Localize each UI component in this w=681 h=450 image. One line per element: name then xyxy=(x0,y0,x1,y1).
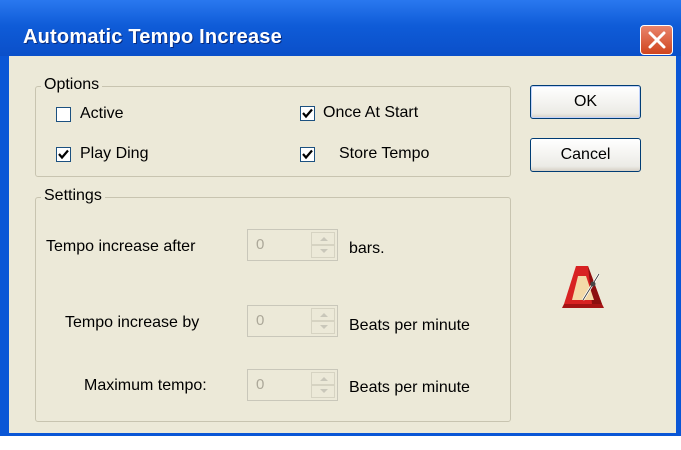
cancel-button[interactable]: Cancel xyxy=(530,138,641,172)
store-tempo-checkbox-box[interactable] xyxy=(300,146,315,162)
once-at-start-checkbox-box[interactable] xyxy=(300,105,315,121)
maximum-tempo-down-button[interactable] xyxy=(311,385,335,398)
options-group-label: Options xyxy=(41,76,103,94)
maximum-tempo-value[interactable]: 0 xyxy=(256,376,264,393)
once-at-start-checkbox-label: Once At Start xyxy=(323,104,419,121)
arrow-down-icon xyxy=(320,249,328,253)
checkmark-icon xyxy=(302,108,313,118)
maximum-tempo-label: Maximum tempo: xyxy=(84,377,207,394)
arrow-down-icon xyxy=(320,389,328,393)
tempo-increase-by-label: Tempo increase by xyxy=(65,314,200,331)
arrow-up-icon xyxy=(320,313,328,317)
tempo-increase-after-label: Tempo increase after xyxy=(46,238,196,255)
tempo-increase-by-down-button[interactable] xyxy=(311,321,335,334)
play-ding-checkbox-box[interactable] xyxy=(56,146,71,162)
dialog-body: Options Active Play Ding Once At Start S… xyxy=(9,56,676,433)
tempo-increase-by-value[interactable]: 0 xyxy=(256,312,264,329)
arrow-up-icon xyxy=(320,377,328,381)
active-checkbox[interactable]: Active xyxy=(56,104,124,124)
maximum-tempo-unit: Beats per minute xyxy=(349,379,470,396)
tempo-increase-after-spinner[interactable]: 0 xyxy=(247,229,338,261)
store-tempo-checkbox-label: Store Tempo xyxy=(339,145,430,162)
tempo-increase-by-spinner[interactable]: 0 xyxy=(247,305,338,337)
ok-button[interactable]: OK xyxy=(530,85,641,119)
checkmark-icon xyxy=(302,149,313,159)
tempo-increase-after-value[interactable]: 0 xyxy=(256,236,264,253)
play-ding-checkbox[interactable]: Play Ding xyxy=(56,144,148,164)
play-ding-checkbox-label: Play Ding xyxy=(80,145,149,162)
title-bar[interactable]: Automatic Tempo Increase xyxy=(0,0,681,56)
active-checkbox-label: Active xyxy=(80,105,124,122)
arrow-down-icon xyxy=(320,325,328,329)
tempo-increase-by-up-button[interactable] xyxy=(311,308,335,321)
metronome-icon xyxy=(562,266,604,308)
active-checkbox-box[interactable] xyxy=(56,106,71,122)
arrow-up-icon xyxy=(320,237,328,241)
settings-group-label: Settings xyxy=(41,187,105,205)
window-title: Automatic Tempo Increase xyxy=(23,26,282,48)
store-tempo-checkbox[interactable]: Store Tempo xyxy=(300,144,429,164)
tempo-increase-after-unit: bars. xyxy=(349,240,385,257)
tempo-increase-after-up-button[interactable] xyxy=(311,232,335,245)
checkmark-icon xyxy=(58,149,69,159)
maximum-tempo-up-button[interactable] xyxy=(311,372,335,385)
close-icon xyxy=(648,31,666,49)
tempo-increase-by-unit: Beats per minute xyxy=(349,317,470,334)
tempo-increase-after-down-button[interactable] xyxy=(311,245,335,258)
dialog-window: Automatic Tempo Increase Options Active … xyxy=(0,0,681,436)
once-at-start-checkbox[interactable]: Once At Start xyxy=(300,103,418,123)
maximum-tempo-spinner[interactable]: 0 xyxy=(247,369,338,401)
close-button[interactable] xyxy=(640,25,673,55)
